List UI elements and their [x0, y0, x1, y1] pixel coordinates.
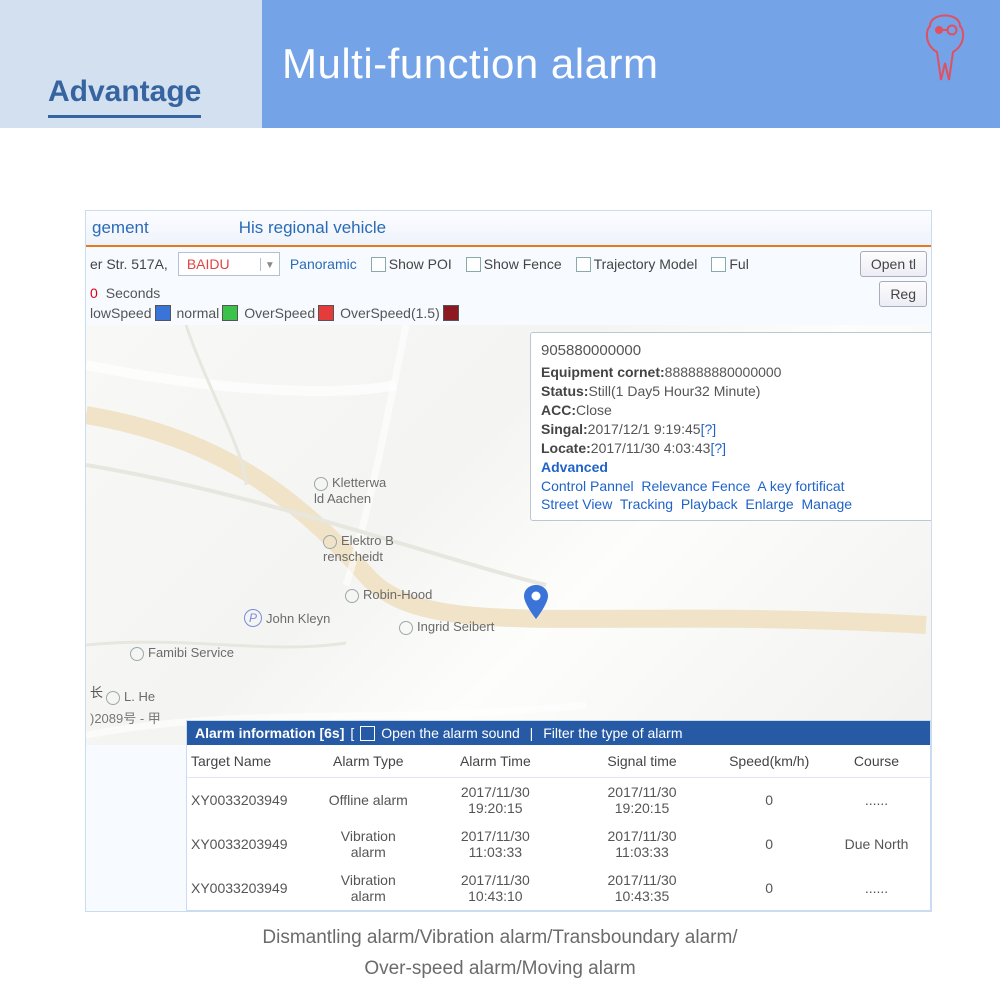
banner-right: Multi-function alarm — [262, 0, 1000, 128]
full-checkbox[interactable]: Ful — [711, 256, 748, 272]
brand-logo — [915, 8, 975, 83]
tab-management-frag[interactable]: gement — [86, 218, 149, 238]
app-header: gement His regional vehicle — [86, 211, 931, 247]
manage-link[interactable]: Manage — [801, 496, 852, 512]
col-alarm-time: Alarm Time — [422, 745, 569, 778]
singal-val: 2017/12/1 9:19:45 — [588, 421, 701, 437]
legend-normal: normal — [177, 305, 239, 321]
show-fence-label: Show Fence — [484, 256, 562, 272]
legend-lowspeed: lowSpeed — [90, 305, 171, 321]
map-provider-value: BAIDU — [179, 256, 260, 272]
address-fragment: er Str. 517A, — [90, 256, 168, 272]
control-panel-link[interactable]: Control Pannel — [541, 478, 634, 494]
caption: Dismantling alarm/Vibration alarm/Transb… — [0, 922, 1000, 985]
banner: Advantage Multi-function alarm — [0, 0, 1000, 128]
key-fortification-link[interactable]: A key fortificat — [757, 478, 844, 494]
panoramic-link[interactable]: Panoramic — [290, 256, 357, 272]
parking-icon: P — [244, 609, 262, 627]
tab-regional-vehicle[interactable]: His regional vehicle — [239, 218, 386, 238]
banner-title: Multi-function alarm — [282, 40, 658, 88]
locate-help-link[interactable]: [?] — [710, 440, 726, 456]
alarm-sound-label: Open the alarm sound — [381, 725, 520, 741]
poi-ingrid: Ingrid Seibert — [399, 619, 494, 635]
tracking-link[interactable]: Tracking — [620, 496, 673, 512]
open-button[interactable]: Open tl — [860, 251, 927, 277]
traj-model-label: Trajectory Model — [594, 256, 698, 272]
poi-famibi: Famibi Service — [130, 645, 234, 661]
caption-line1: Dismantling alarm/Vibration alarm/Transb… — [0, 922, 1000, 953]
filter-row: er Str. 517A, BAIDU ▼ Panoramic Show POI… — [86, 247, 931, 281]
poi-elektro: Elektro B renscheidt — [323, 533, 394, 564]
chevron-down-icon: ▼ — [260, 258, 279, 271]
acc-val: Close — [576, 402, 612, 418]
status-key: Status: — [541, 383, 588, 399]
alarm-row[interactable]: XY0033203949 Vibrationalarm 2017/11/3010… — [187, 866, 930, 910]
device-id: 905880000000 — [541, 341, 931, 361]
col-signal-time: Signal time — [569, 745, 716, 778]
relevance-fence-link[interactable]: Relevance Fence — [641, 478, 750, 494]
alarm-panel: Alarm information [6s] [ Open the alarm … — [186, 720, 931, 911]
seconds-label: Seconds — [106, 285, 160, 301]
legend-overspeed: OverSpeed — [244, 305, 334, 321]
alarm-filter-link[interactable]: Filter the type of alarm — [543, 725, 682, 741]
alarm-header: Alarm information [6s] [ Open the alarm … — [187, 721, 930, 745]
map-copyright: )2089号 - 甲 — [90, 708, 161, 727]
alarm-table-header: Target Name Alarm Type Alarm Time Signal… — [187, 745, 930, 778]
alarm-sound-checkbox[interactable] — [360, 726, 375, 741]
locate-key: Locate: — [541, 440, 591, 456]
banner-left-label: Advantage — [48, 75, 201, 118]
map-pin-icon[interactable] — [524, 585, 548, 622]
device-info-popup: 905880000000 Equipment cornet:8888888800… — [530, 332, 931, 521]
locate-val: 2017/11/30 4:03:43 — [591, 440, 711, 456]
traj-model-checkbox[interactable]: Trajectory Model — [576, 256, 698, 272]
col-alarm-type: Alarm Type — [315, 745, 422, 778]
show-poi-checkbox[interactable]: Show POI — [371, 256, 452, 272]
speed-legend: lowSpeed normal OverSpeed OverSpeed(1.5) — [86, 301, 931, 325]
col-target-name: Target Name — [187, 745, 315, 778]
show-fence-checkbox[interactable]: Show Fence — [466, 256, 562, 272]
full-label-frag: Ful — [729, 256, 748, 272]
alarm-title: Alarm information [6s] — [195, 725, 344, 741]
equip-val: 888888880000000 — [665, 364, 782, 380]
map-scale: 长 — [90, 682, 103, 701]
alarm-row[interactable]: XY0033203949 Vibrationalarm 2017/11/3011… — [187, 822, 930, 866]
map[interactable]: Kletterwa ld Aachen Elektro B renscheidt… — [86, 325, 931, 745]
poi-lhe: L. He — [106, 689, 155, 705]
equip-key: Equipment cornet: — [541, 364, 665, 380]
advanced-link[interactable]: Advanced — [541, 459, 608, 475]
banner-left: Advantage — [0, 0, 262, 128]
alarm-row[interactable]: XY0033203949 Offline alarm 2017/11/3019:… — [187, 778, 930, 823]
enlarge-link[interactable]: Enlarge — [745, 496, 793, 512]
poi-kletterwa: Kletterwa ld Aachen — [314, 475, 386, 506]
reg-button[interactable]: Reg — [879, 281, 927, 307]
show-poi-label: Show POI — [389, 256, 452, 272]
poi-john: John Kleyn — [266, 611, 330, 626]
col-course: Course — [823, 745, 930, 778]
playback-link[interactable]: Playback — [681, 496, 738, 512]
map-provider-select[interactable]: BAIDU ▼ — [178, 252, 280, 276]
col-speed: Speed(km/h) — [715, 745, 823, 778]
seconds-count: 0 — [90, 285, 98, 301]
alarm-table: Target Name Alarm Type Alarm Time Signal… — [187, 745, 930, 910]
caption-line2: Over-speed alarm/Moving alarm — [0, 953, 1000, 984]
singal-key: Singal: — [541, 421, 588, 437]
singal-help-link[interactable]: [?] — [701, 421, 717, 437]
app-panel: gement His regional vehicle er Str. 517A… — [85, 210, 932, 912]
legend-overspeed15: OverSpeed(1.5) — [340, 305, 459, 321]
acc-key: ACC: — [541, 402, 576, 418]
poi-robin: Robin-Hood — [345, 587, 432, 603]
status-val: Still(1 Day5 Hour32 Minute) — [588, 383, 760, 399]
street-view-link[interactable]: Street View — [541, 496, 612, 512]
